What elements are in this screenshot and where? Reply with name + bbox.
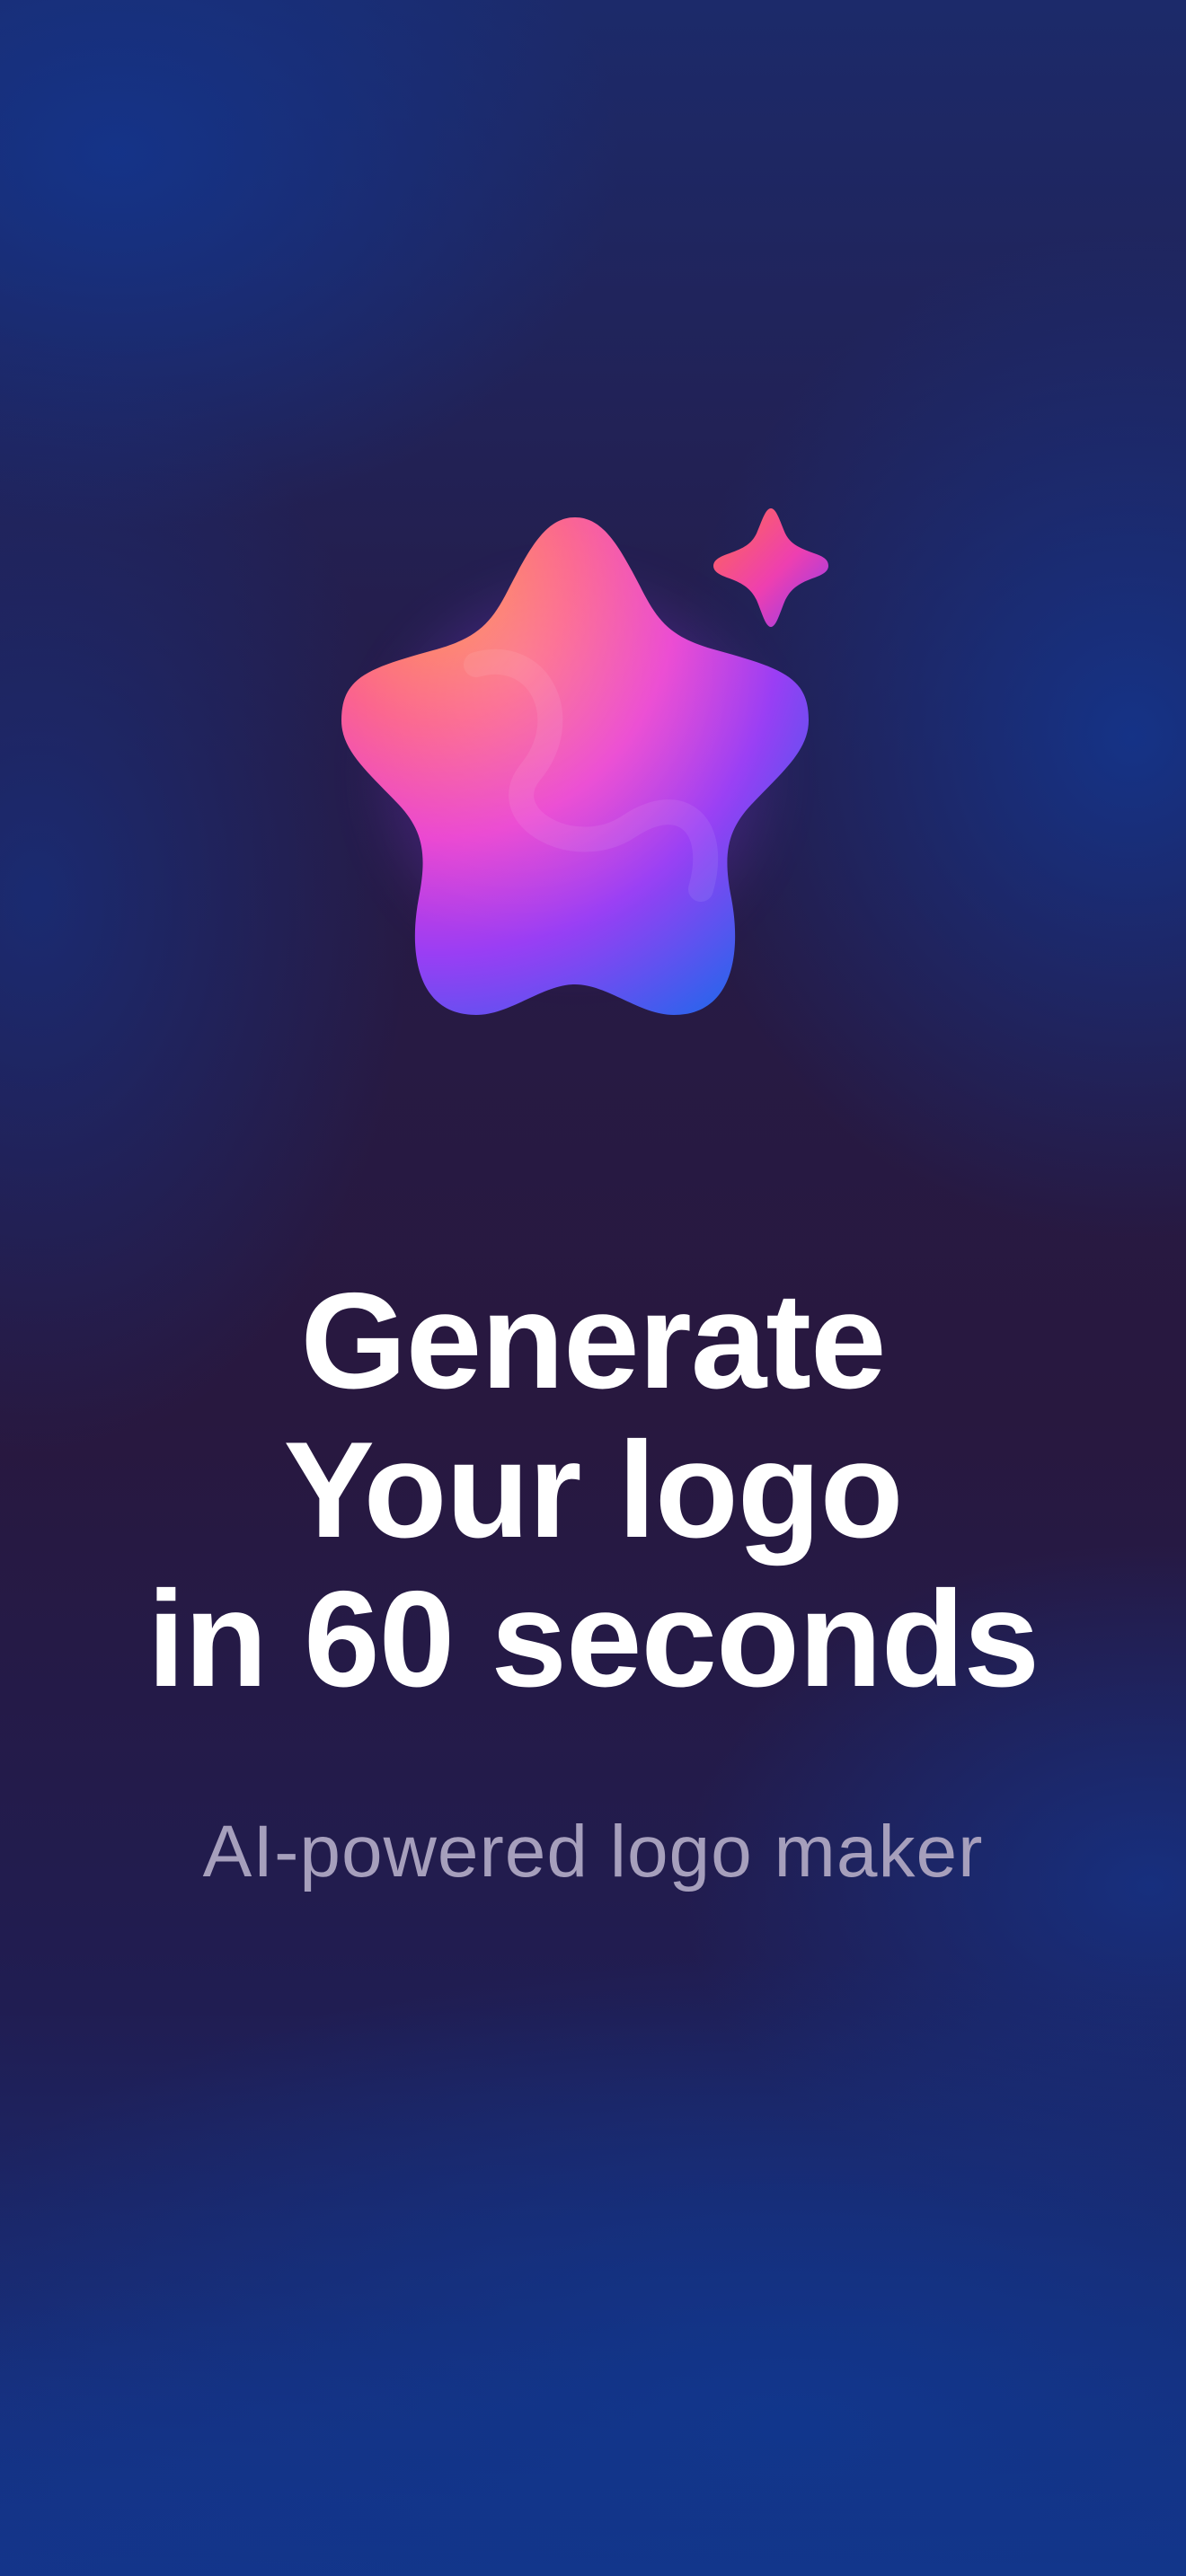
subtitle: AI-powered logo maker	[202, 1811, 984, 1892]
star-sparkle-icon	[341, 508, 828, 1015]
small-sparkle-shape	[713, 508, 828, 627]
headline: Generate Your logo in 60 seconds	[0, 1266, 1186, 1714]
big-star-highlight	[341, 517, 809, 1015]
headline-line-1: Generate	[300, 1265, 887, 1417]
headline-line-2: Your logo	[283, 1414, 904, 1566]
headline-line-3: in 60 seconds	[146, 1563, 1040, 1716]
hero-illustration	[305, 485, 863, 1042]
